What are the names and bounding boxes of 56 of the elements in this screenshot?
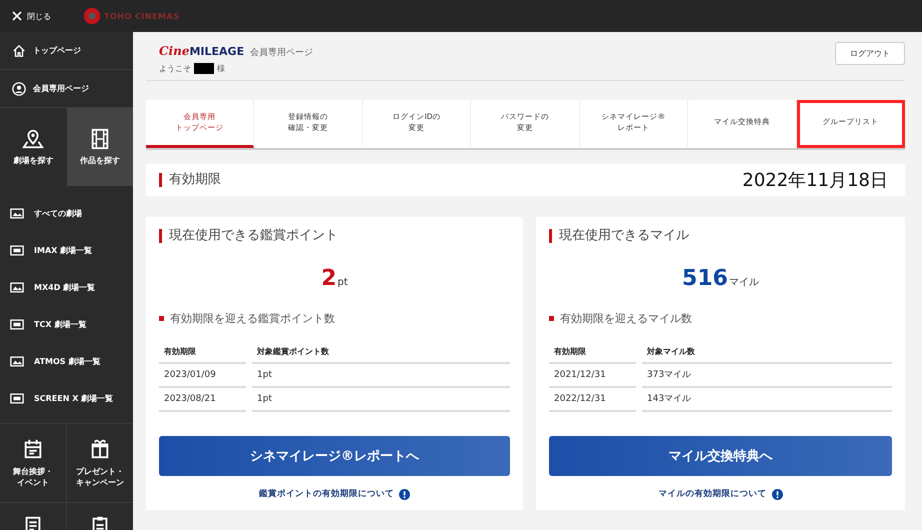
table-cell: 1pt bbox=[252, 364, 510, 388]
balance-amount: 2 bbox=[321, 267, 337, 292]
sidebar-item[interactable]: すべての劇場 bbox=[0, 195, 133, 232]
sidebar-tile[interactable]: 舞台挨拶・ イベント bbox=[0, 424, 66, 503]
subheading: 有効期限を迎える鑑賞ポイント数 bbox=[159, 311, 510, 326]
cta-button[interactable]: シネマイレージ®レポートへ bbox=[159, 436, 510, 476]
cinemileage-logo: CineMILEAGE bbox=[159, 43, 244, 59]
balance-unit: pt bbox=[338, 277, 348, 288]
table-cell: 2021/12/31 bbox=[549, 364, 636, 388]
expiry-date: 2022年11月18日 bbox=[742, 169, 888, 192]
column-header: 対象マイル数 bbox=[642, 342, 892, 364]
exclamation-icon bbox=[772, 488, 782, 500]
theater-icon bbox=[10, 282, 24, 293]
table-cell: 2023/01/09 bbox=[159, 364, 246, 388]
table-cell: 1pt bbox=[252, 388, 510, 412]
theater-icon bbox=[10, 245, 24, 256]
welcome-text: ようこそ bbox=[159, 63, 191, 74]
sidebar-item[interactable]: IMAX 劇場一覧 bbox=[0, 232, 133, 269]
cta-button[interactable]: マイル交換特典へ bbox=[549, 436, 892, 476]
sidebar-item[interactable]: MX4D 劇場一覧 bbox=[0, 269, 133, 306]
info-link[interactable]: 鑑賞ポイントの有効期限について bbox=[259, 488, 394, 500]
column-header: 対象鑑賞ポイント数 bbox=[252, 342, 510, 364]
home-icon bbox=[12, 44, 26, 58]
logout-button[interactable]: ログアウト bbox=[835, 42, 905, 65]
section-title: 有効期限 bbox=[159, 172, 221, 188]
balance-unit: マイル bbox=[728, 277, 759, 288]
sidebar-tile[interactable]: プレゼント・ キャンペーン bbox=[66, 424, 133, 503]
sidebar-item[interactable]: ATMOS 劇場一覧 bbox=[0, 343, 133, 380]
section-title: 現在使用できる鑑賞ポイント bbox=[159, 229, 338, 244]
theater-icon bbox=[10, 319, 24, 330]
sidebar-tile[interactable]: 作品を探す bbox=[66, 108, 133, 186]
theater-icon bbox=[10, 356, 24, 367]
sidebar-item[interactable]: トップページ bbox=[0, 32, 133, 70]
page-label: 会員専用ページ bbox=[250, 46, 314, 59]
sidebar-item[interactable]: TCX 劇場一覧 bbox=[0, 306, 133, 343]
honorific-text: 様 bbox=[217, 63, 225, 74]
user-icon bbox=[12, 82, 26, 96]
redaction-block bbox=[194, 63, 214, 74]
table-cell: 373マイル bbox=[642, 364, 892, 388]
theater-icon bbox=[10, 208, 24, 219]
info-link[interactable]: マイルの有効期限について bbox=[658, 488, 766, 500]
sidebar-item[interactable]: SCREEN X 劇場一覧 bbox=[0, 380, 133, 417]
table-cell: 2022/12/31 bbox=[549, 388, 636, 412]
table-cell: 2023/08/21 bbox=[159, 388, 246, 412]
close-icon bbox=[12, 11, 22, 21]
close-button[interactable]: 閉じる bbox=[10, 8, 53, 24]
theater-icon bbox=[10, 393, 24, 404]
column-header: 有効期限 bbox=[159, 342, 246, 364]
subheading: 有効期限を迎えるマイル数 bbox=[549, 311, 892, 326]
table-cell: 143マイル bbox=[642, 388, 892, 412]
map-pin-icon bbox=[22, 128, 44, 150]
exclamation-icon bbox=[399, 488, 410, 500]
column-header: 有効期限 bbox=[549, 342, 636, 364]
sidebar-tile[interactable]: 劇場を探す bbox=[0, 108, 66, 186]
balance-amount: 516 bbox=[682, 267, 728, 292]
section-title: 現在使用できるマイル bbox=[549, 229, 689, 244]
